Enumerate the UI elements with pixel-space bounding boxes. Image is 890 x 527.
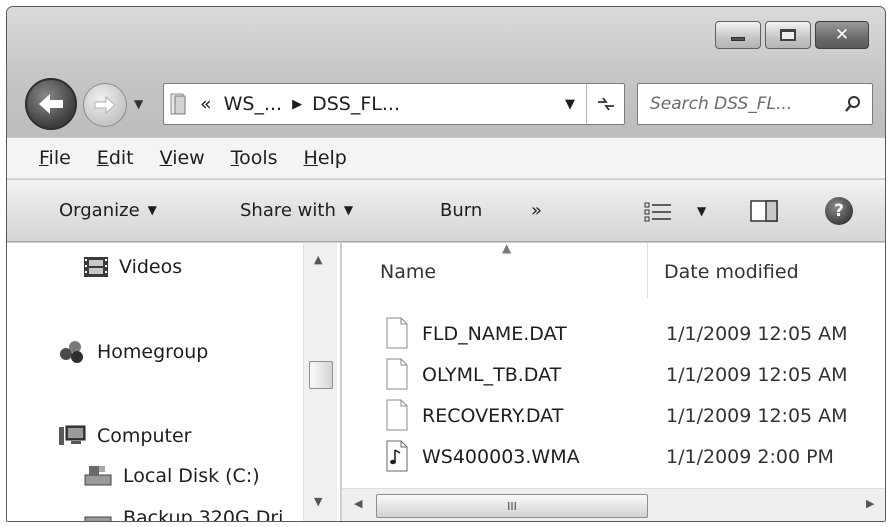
nav-pane-scrollbar[interactable]: ▲ ▼ (303, 243, 337, 521)
menu-file[interactable]: File (39, 147, 71, 169)
menu-help[interactable]: Help (304, 147, 347, 169)
back-button[interactable] (25, 78, 77, 130)
menu-edit[interactable]: Edit (97, 147, 134, 169)
recent-pages-dropdown[interactable]: ▼ (134, 97, 143, 111)
column-header-name-label: Name (380, 261, 437, 283)
nav-item-backup-drive[interactable]: Backup 320G Dri (83, 505, 284, 522)
nav-item-label: Videos (119, 256, 183, 278)
menu-bar: File Edit View Tools Help (7, 137, 885, 179)
close-button[interactable]: ✕ (815, 21, 869, 49)
file-name: OLYML_TB.DAT (422, 364, 562, 386)
homegroup-icon (60, 341, 83, 363)
file-name: RECOVERY.DAT (422, 405, 564, 427)
file-row[interactable]: FLD_NAME.DAT 1/1/2009 12:05 AM (342, 313, 885, 355)
file-icon (386, 317, 408, 349)
scroll-right-icon[interactable]: ▶ (866, 497, 874, 510)
breadcrumb-segment[interactable]: WS_... (218, 93, 288, 115)
breadcrumb-separator[interactable]: ▶ (288, 97, 306, 112)
search-box[interactable] (637, 83, 873, 125)
organize-label: Organize (59, 200, 140, 221)
menu-view[interactable]: View (160, 147, 205, 169)
refresh-icon (597, 97, 614, 111)
file-date: 1/1/2009 2:00 PM (666, 446, 834, 468)
scrollbar-thumb[interactable] (309, 361, 333, 389)
nav-item-label: Computer (97, 425, 192, 447)
file-date: 1/1/2009 12:05 AM (666, 323, 848, 345)
search-icon[interactable] (844, 95, 862, 113)
chevron-down-icon: ▼ (343, 203, 354, 217)
nav-item-videos[interactable]: Videos (83, 255, 182, 279)
address-dropdown-icon[interactable]: ▼ (554, 97, 586, 112)
horizontal-scrollbar[interactable]: ◀ III ▶ (342, 488, 885, 521)
file-name: WS400003.WMA (422, 446, 580, 468)
scroll-down-icon[interactable]: ▼ (314, 495, 322, 508)
title-bar: ✕ ▼ « WS_... ▶ DSS_FL... ▼ (7, 7, 885, 137)
command-bar: Organize ▼ Share with ▼ Burn » ▼ ? (7, 180, 885, 242)
more-commands-button[interactable]: » (531, 200, 542, 221)
column-headers: ▲ Name Date modified (342, 243, 885, 299)
drive-icon (84, 516, 112, 521)
column-header-date-modified[interactable]: Date modified (648, 243, 799, 298)
maximize-icon (780, 29, 796, 41)
nav-item-homegroup[interactable]: Homegroup (57, 339, 208, 365)
minimize-icon (731, 37, 745, 41)
sort-ascending-icon: ▲ (502, 243, 512, 255)
view-options-dropdown[interactable]: ▼ (697, 204, 706, 218)
drive-icon (84, 466, 112, 486)
burn-button[interactable]: Burn (440, 200, 482, 221)
scroll-left-icon[interactable]: ◀ (354, 497, 362, 510)
maximize-button[interactable] (765, 21, 811, 49)
scroll-up-icon[interactable]: ▲ (314, 253, 322, 266)
file-row[interactable]: WS400003.WMA 1/1/2009 2:00 PM (342, 436, 885, 478)
file-icon (386, 399, 408, 431)
file-date: 1/1/2009 12:05 AM (666, 405, 848, 427)
preview-pane-button[interactable] (750, 200, 778, 226)
file-list-pane: ▲ Name Date modified FLD_NAME.DAT 1/1/20… (342, 243, 885, 521)
file-row[interactable]: OLYML_TB.DAT 1/1/2009 12:05 AM (342, 354, 885, 396)
nav-item-label: Homegroup (97, 341, 209, 363)
share-with-button[interactable]: Share with ▼ (240, 200, 353, 221)
organize-button[interactable]: Organize ▼ (59, 200, 157, 221)
file-row[interactable]: RECOVERY.DAT 1/1/2009 12:05 AM (342, 395, 885, 437)
nav-item-local-disk[interactable]: Local Disk (C:) (83, 463, 260, 489)
forward-arrow-icon (94, 95, 116, 115)
window-controls: ✕ (715, 21, 869, 49)
menu-tools[interactable]: Tools (231, 147, 278, 169)
help-icon[interactable]: ? (825, 197, 853, 225)
navigation-pane: Videos Homegroup Computer Local Disk (C:… (7, 243, 341, 522)
folder-icon (164, 84, 194, 124)
scrollbar-thumb[interactable]: III (376, 494, 648, 518)
film-icon (84, 257, 108, 277)
share-with-label: Share with (240, 200, 336, 221)
search-input[interactable] (650, 94, 830, 114)
back-arrow-icon (39, 94, 63, 114)
column-header-name[interactable]: ▲ Name (342, 243, 648, 298)
change-view-button[interactable] (643, 200, 673, 226)
forward-button[interactable] (83, 83, 127, 127)
address-bar[interactable]: « WS_... ▶ DSS_FL... ▼ (163, 83, 625, 125)
explorer-window: ✕ ▼ « WS_... ▶ DSS_FL... ▼ Search DSS_FL… (6, 6, 886, 522)
details-view-icon (644, 202, 671, 222)
nav-item-label: Local Disk (C:) (123, 465, 260, 487)
refresh-button[interactable] (586, 84, 624, 124)
audio-file-icon (386, 440, 408, 472)
file-date: 1/1/2009 12:05 AM (666, 364, 848, 386)
close-icon: ✕ (834, 25, 850, 45)
preview-pane-icon (750, 200, 778, 222)
minimize-button[interactable] (715, 21, 761, 49)
computer-icon (59, 425, 86, 445)
nav-item-computer[interactable]: Computer (57, 423, 191, 449)
nav-item-label: Backup 320G Dri (123, 507, 284, 522)
file-name: FLD_NAME.DAT (422, 323, 567, 345)
breadcrumb-overflow[interactable]: « (194, 93, 218, 115)
chevron-down-icon: ▼ (147, 203, 157, 217)
breadcrumb-segment-current[interactable]: DSS_FL... (306, 93, 406, 115)
scroll-grip: III (507, 499, 517, 513)
file-icon (386, 358, 408, 390)
